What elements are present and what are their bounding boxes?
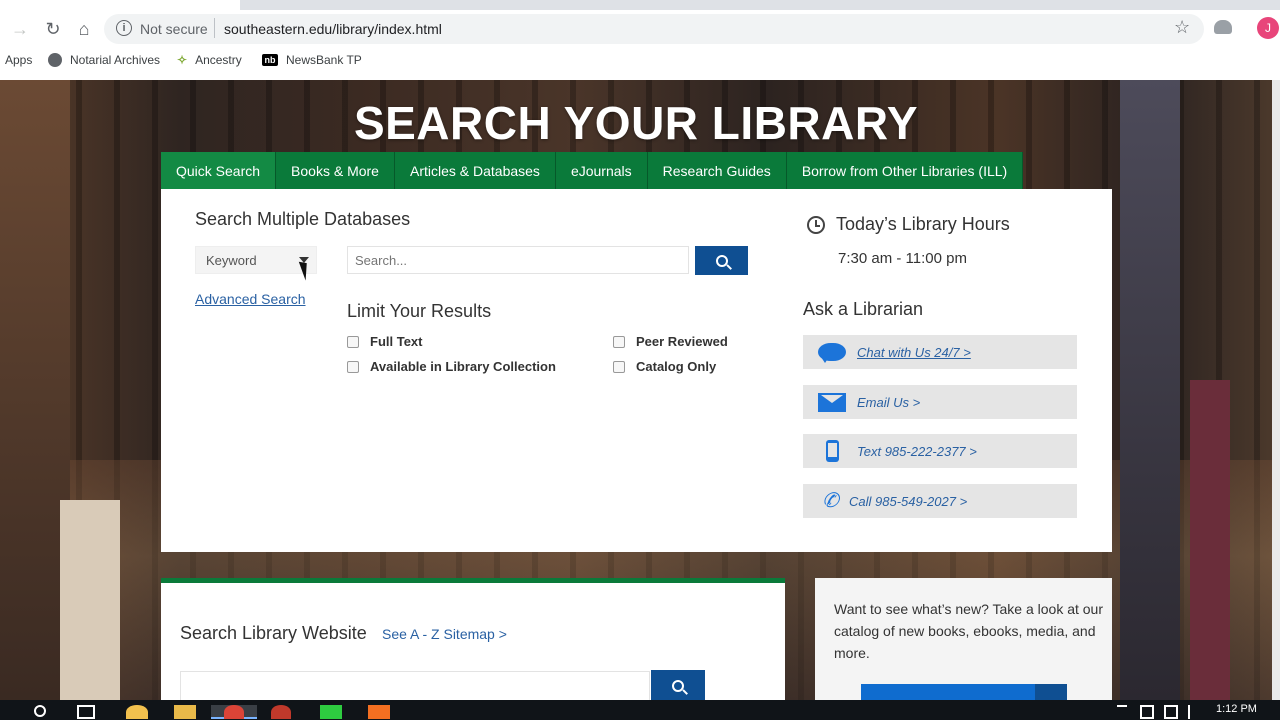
tab-quick-search[interactable]: Quick Search	[161, 152, 277, 189]
home-icon[interactable]: ⌂	[73, 18, 95, 40]
bookmark-newsbank[interactable]: nb NewsBank TP	[262, 53, 362, 67]
bookmark-apps[interactable]: Apps	[5, 53, 32, 67]
peer-reviewed-checkbox[interactable]: Peer Reviewed	[613, 334, 728, 349]
checkbox-label: Catalog Only	[636, 359, 717, 374]
search-icon	[672, 680, 684, 692]
profile-avatar[interactable]: J	[1257, 17, 1279, 39]
volume-icon[interactable]	[1188, 705, 1198, 719]
limit-results-title: Limit Your Results	[347, 301, 492, 321]
mobile-phone-icon	[825, 440, 839, 462]
bookmarks-bar: Apps Notarial Archives ✧ Ancestry nb New…	[0, 48, 1280, 72]
bookmark-notarial-archives[interactable]: Notarial Archives	[48, 53, 160, 67]
bookmark-label: Notarial Archives	[70, 53, 161, 67]
browser-chrome: → ↻ ⌂ i Not secure southeastern.edu/libr…	[0, 0, 1280, 80]
globe-icon	[48, 53, 62, 67]
bookmark-star-icon[interactable]: ☆	[1174, 17, 1190, 38]
phone-icon: ✆	[822, 490, 839, 512]
email-icon	[818, 392, 846, 412]
chevron-up-icon[interactable]	[1117, 705, 1127, 719]
chat-icon	[818, 343, 846, 363]
checkbox-box[interactable]	[347, 360, 359, 373]
forward-arrow-icon[interactable]: →	[9, 18, 31, 40]
full-text-checkbox[interactable]: Full Text	[347, 334, 422, 349]
security-label[interactable]: Not secure	[140, 21, 208, 37]
chrome-icon[interactable]	[224, 705, 244, 719]
taskbar-clock[interactable]: 1:12 PM	[1216, 703, 1257, 715]
new-items-text: Want to see what’s new? Take a look at o…	[834, 601, 1104, 661]
task-view-icon[interactable]	[77, 705, 95, 719]
site-search-title: Search Library Website	[180, 623, 367, 643]
bookmark-label: Ancestry	[195, 53, 242, 67]
checkbox-label: Full Text	[370, 334, 423, 349]
newsbank-icon: nb	[262, 54, 278, 66]
checkbox-box[interactable]	[347, 335, 359, 348]
tab-articles-databases[interactable]: Articles & Databases	[394, 152, 556, 189]
url-text[interactable]: southeastern.edu/library/index.html	[224, 21, 442, 37]
leaf-icon: ✧	[177, 53, 188, 67]
call-contact-button[interactable]: ✆ Call 985-549-2027 >	[803, 484, 1077, 518]
bookmark-ancestry[interactable]: ✧ Ancestry	[177, 53, 242, 67]
search-icon[interactable]	[34, 705, 46, 717]
quick-search-panel: Search Multiple Databases Keyword Advanc…	[161, 189, 1112, 552]
search-tabs: Quick Search Books & More Articles & Dat…	[161, 152, 1024, 189]
advanced-search-link[interactable]: Advanced Search	[195, 291, 306, 307]
checkbox-label: Available in Library Collection	[370, 359, 556, 374]
reload-icon[interactable]: ↻	[42, 18, 64, 40]
info-icon[interactable]: i	[116, 20, 132, 36]
checkbox-box[interactable]	[613, 360, 625, 373]
tab-borrow-ill[interactable]: Borrow from Other Libraries (ILL)	[786, 152, 1024, 189]
tab-ejournals[interactable]: eJournals	[555, 152, 648, 189]
display-icon[interactable]	[1164, 705, 1178, 719]
page-scrollbar[interactable]	[1272, 80, 1280, 700]
file-explorer-icon[interactable]	[174, 705, 196, 719]
windows-taskbar: 1:12 PM	[0, 700, 1280, 720]
url-divider	[214, 18, 215, 38]
email-contact-button[interactable]: Email Us >	[803, 385, 1077, 419]
contact-label[interactable]: Call 985-549-2027 >	[849, 494, 967, 509]
background-book	[1120, 80, 1180, 700]
contact-label[interactable]: Email Us >	[857, 395, 920, 410]
library-collection-checkbox[interactable]: Available in Library Collection	[347, 359, 556, 374]
new-items-panel: Want to see what’s new? Take a look at o…	[815, 578, 1112, 704]
tab-research-guides[interactable]: Research Guides	[647, 152, 787, 189]
app-icon[interactable]	[368, 705, 390, 719]
database-search-input[interactable]	[347, 246, 689, 274]
clock-icon	[807, 216, 825, 234]
text-contact-button[interactable]: Text 985-222-2377 >	[803, 434, 1077, 468]
bookmark-label: Apps	[5, 53, 33, 67]
library-hours-value: 7:30 am - 11:00 pm	[838, 250, 967, 267]
checkbox-label: Peer Reviewed	[636, 334, 728, 349]
search-icon	[715, 254, 728, 267]
background-book	[1190, 380, 1230, 700]
camtasia-icon[interactable]	[320, 705, 342, 719]
contact-label[interactable]: Chat with Us 24/7 >	[857, 345, 971, 360]
chat-contact-button[interactable]: Chat with Us 24/7 >	[803, 335, 1077, 369]
hero-title: SEARCH YOUR LIBRARY	[353, 97, 919, 149]
cloud-extension-icon[interactable]	[1214, 20, 1232, 34]
catalog-only-checkbox[interactable]: Catalog Only	[613, 359, 716, 374]
app-icon[interactable]	[271, 705, 291, 719]
library-hours-title: Today’s Library Hours	[836, 214, 1010, 234]
sticky-app-icon[interactable]	[126, 705, 148, 719]
sitemap-link[interactable]: See A - Z Sitemap >	[382, 626, 507, 642]
search-databases-title: Search Multiple Databases	[195, 209, 411, 229]
ask-librarian-title: Ask a Librarian	[803, 299, 924, 319]
checkbox-box[interactable]	[613, 335, 625, 348]
tab-strip	[240, 0, 1280, 10]
bookmark-label: NewsBank TP	[286, 53, 362, 67]
site-search-input[interactable]	[180, 671, 650, 703]
site-search-panel: Search Library Website See A - Z Sitemap…	[161, 583, 785, 703]
network-icon[interactable]	[1140, 705, 1154, 719]
contact-label[interactable]: Text 985-222-2377 >	[857, 444, 977, 459]
tab-books-more[interactable]: Books & More	[276, 152, 395, 189]
background-book	[60, 500, 120, 700]
site-search-button[interactable]	[651, 670, 705, 702]
database-search-button[interactable]	[695, 246, 748, 275]
